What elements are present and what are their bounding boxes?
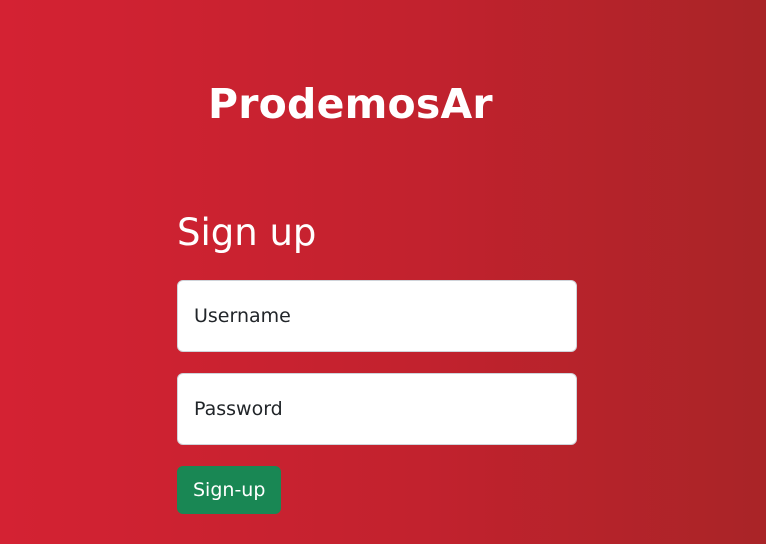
username-input[interactable]	[177, 280, 577, 352]
password-input[interactable]	[177, 373, 577, 445]
signup-button[interactable]: Sign-up	[177, 466, 282, 514]
brand-logo: ProdemosAr	[208, 80, 493, 128]
page-title: Sign up	[177, 211, 317, 254]
signup-form: Sign up Sign-up	[177, 205, 577, 514]
